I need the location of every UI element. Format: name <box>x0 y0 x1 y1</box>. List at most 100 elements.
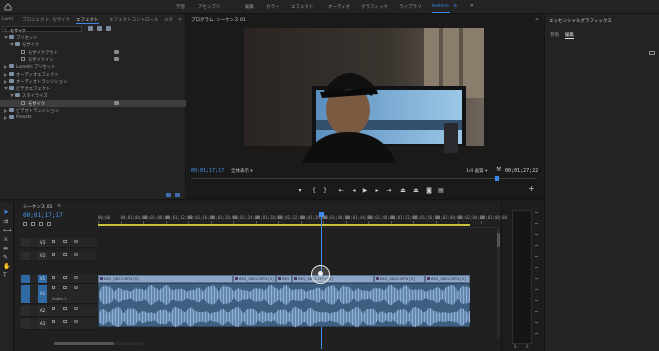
track-select-tool-icon[interactable]: ⇉ <box>3 218 8 225</box>
disclosure-closed-icon[interactable] <box>4 72 7 77</box>
video-clip[interactable]: IMG_9822.MP4 [V] <box>425 275 470 283</box>
solo-button[interactable]: S <box>526 344 529 349</box>
tab-effects[interactable]: エフェクト <box>76 17 99 24</box>
export-frame-icon[interactable]: ◙ <box>426 188 432 194</box>
video-frame[interactable] <box>244 28 484 163</box>
mute-icon[interactable] <box>74 307 78 310</box>
track-target[interactable]: V1 <box>38 275 47 283</box>
panel-more-icon[interactable]: » <box>535 16 539 23</box>
tab-project[interactable]: プロジェクト: モザイク <box>22 17 70 23</box>
disclosure-open-icon[interactable] <box>4 36 8 39</box>
track-header[interactable]: A1 Audio 1 <box>20 284 97 304</box>
track-target[interactable]: V2 <box>38 252 47 260</box>
workspace-tab-libraries[interactable]: ライブラリ <box>399 4 422 10</box>
ripple-edit-tool-icon[interactable]: ⟷ <box>3 227 12 234</box>
tab-metadata[interactable]: メタ <box>164 17 173 23</box>
mute-icon[interactable] <box>74 286 78 289</box>
lock-icon[interactable] <box>52 286 55 289</box>
disclosure-closed-icon[interactable] <box>4 65 7 70</box>
effects-search-input[interactable]: ⚲ モザイク <box>2 26 82 33</box>
track-header[interactable]: V1 <box>20 274 97 284</box>
program-playhead[interactable] <box>495 176 499 181</box>
mark-in-icon[interactable]: { <box>311 188 317 194</box>
step-back-icon[interactable]: ◂ <box>351 188 357 194</box>
workspace-tab-audio[interactable]: オーディオ <box>328 4 350 10</box>
workspace-tab-assembly[interactable]: アセンブリ <box>198 4 220 10</box>
new-layer-icon[interactable] <box>649 51 655 55</box>
effects-tree-item[interactable]: オーディオトランジション <box>0 78 186 85</box>
sync-lock-icon[interactable] <box>63 276 67 279</box>
new-bin-icon[interactable] <box>166 193 171 197</box>
timeline-horizontal-scrollbar[interactable] <box>54 342 144 345</box>
settings-icon[interactable] <box>47 222 51 226</box>
add-button-icon[interactable]: + <box>528 185 535 193</box>
source-patch[interactable] <box>21 306 30 316</box>
effects-tree-item[interactable]: モザイク <box>0 41 186 48</box>
timeline-vertical-scrollbar[interactable] <box>497 228 500 338</box>
effects-tree-item[interactable]: ビデオエフェクト <box>0 85 186 92</box>
timeline-timecode[interactable]: 00;01;17;17 <box>23 212 63 219</box>
source-patch[interactable] <box>21 252 30 260</box>
track-target[interactable]: A2 <box>38 306 47 316</box>
selection-tool-icon[interactable]: ➤ <box>3 208 9 216</box>
sync-lock-icon[interactable] <box>63 307 67 310</box>
disclosure-open-icon[interactable] <box>10 94 14 98</box>
more-workspaces-icon[interactable]: » <box>470 2 474 9</box>
work-area-bar[interactable] <box>98 224 470 226</box>
workspace-menu-icon[interactable]: ≡ <box>453 3 457 9</box>
razor-tool-icon[interactable]: ⚔ <box>3 236 8 243</box>
workspace-tab-editing[interactable]: 編集 <box>245 4 254 10</box>
source-patch[interactable] <box>21 319 30 329</box>
track-header[interactable]: V3 <box>20 238 97 248</box>
32bit-filter-icon[interactable] <box>97 26 102 31</box>
workspace-tab-color[interactable]: カラー <box>266 4 280 10</box>
mute-icon[interactable] <box>74 320 78 323</box>
effects-tree-item[interactable]: Presets <box>0 114 186 121</box>
effects-tree-item[interactable]: モザイクアウト <box>0 49 186 56</box>
effects-tree-item[interactable]: プリセット <box>0 34 186 41</box>
lift-icon[interactable]: ⏏ <box>400 188 406 194</box>
video-clip[interactable]: IMG <box>276 275 292 283</box>
disclosure-open-icon[interactable] <box>4 87 8 91</box>
toggle-output-icon[interactable] <box>74 276 78 279</box>
extract-icon[interactable]: ⏏ <box>413 188 419 194</box>
wrench-icon[interactable]: ⚒ <box>496 166 501 173</box>
effects-tree-item[interactable]: オーディオエフェクト <box>0 71 186 78</box>
track-header[interactable]: V2 <box>20 251 97 261</box>
tab-edit[interactable]: 編集 <box>565 32 574 39</box>
sequence-tab[interactable]: シーケンス 01 <box>23 204 52 210</box>
mark-out-icon[interactable]: } <box>322 188 328 194</box>
disclosure-closed-icon[interactable] <box>4 116 7 121</box>
video-clip[interactable]: IMG_9822.MP4 [V] <box>233 275 276 283</box>
disclosure-closed-icon[interactable] <box>4 109 7 113</box>
toggle-output-icon[interactable] <box>74 253 78 256</box>
scrollbar-thumb[interactable] <box>497 233 500 247</box>
source-patch[interactable] <box>21 239 30 247</box>
yuv-filter-icon[interactable] <box>106 26 111 31</box>
hand-tool-icon[interactable]: ✋ <box>3 263 10 270</box>
toggle-output-icon[interactable] <box>74 240 78 243</box>
sync-lock-icon[interactable] <box>63 320 67 323</box>
track-target[interactable]: A3 <box>38 319 47 329</box>
quality-dropdown[interactable]: 1/4 画質 ▾ <box>466 168 487 174</box>
pen-tool-icon[interactable]: ✎ <box>3 254 8 261</box>
source-patch[interactable] <box>21 275 30 283</box>
video-clip[interactable]: IMG_9822.MP4 [V] <box>98 275 233 283</box>
source-patch[interactable] <box>21 285 30 303</box>
go-to-in-icon[interactable]: ⇤ <box>338 188 344 194</box>
track-target[interactable]: V3 <box>38 239 47 247</box>
scrollbar-thumb[interactable] <box>54 342 114 345</box>
effects-tree-item[interactable]: モザイクイン <box>0 56 186 63</box>
disclosure-open-icon[interactable] <box>10 43 14 47</box>
tab-effect-controls[interactable]: エフェクトコントロール <box>109 17 159 23</box>
lock-icon[interactable] <box>52 276 55 279</box>
snap-icon[interactable] <box>23 222 27 226</box>
play-icon[interactable]: ▶ <box>362 188 368 194</box>
effects-tree-item[interactable]: Lumetri プリセット <box>0 63 186 70</box>
home-icon[interactable] <box>4 3 12 11</box>
audio-clip[interactable] <box>98 283 470 328</box>
workspace-tab-learn[interactable]: 学習 <box>176 4 185 10</box>
panel-more-icon[interactable]: » <box>178 16 182 23</box>
button-editor-icon[interactable]: ▤ <box>438 188 444 194</box>
tab-lumi[interactable]: Lumi <box>2 17 13 22</box>
